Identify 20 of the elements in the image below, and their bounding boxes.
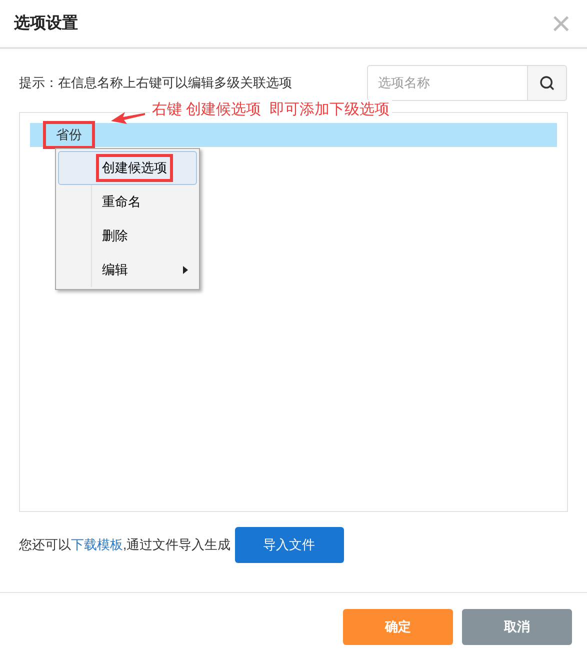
menu-item[interactable]: 创建候选项 <box>58 151 197 185</box>
submenu-arrow-icon <box>183 266 188 274</box>
menu-item[interactable]: 重命名 <box>58 185 197 219</box>
menu-item-label: 创建候选项 <box>99 157 170 179</box>
menu-item-label: 重命名 <box>101 193 142 211</box>
menu-item-label: 编辑 <box>101 261 129 279</box>
import-file-button[interactable]: 导入文件 <box>234 527 344 563</box>
arrow-icon <box>109 109 147 125</box>
menu-item[interactable]: 编辑 <box>58 253 197 287</box>
menu-item[interactable]: 删除 <box>58 219 197 253</box>
import-note: 您还可以下载模板,通过文件导入生成 <box>19 536 231 554</box>
search-button[interactable] <box>528 65 567 101</box>
search-field[interactable]: 选项名称 <box>367 65 528 101</box>
search-icon <box>539 75 555 91</box>
dialog-title: 选项设置 <box>14 14 78 34</box>
hint-text: 提示：在信息名称上右键可以编辑多级关联选项 <box>19 74 292 92</box>
tree-node-label[interactable]: 省份 <box>46 124 92 146</box>
menu-item-label: 删除 <box>101 227 129 245</box>
download-template-link[interactable]: 下载模板 <box>71 537 123 552</box>
tree-row[interactable]: 省份 <box>30 123 557 147</box>
